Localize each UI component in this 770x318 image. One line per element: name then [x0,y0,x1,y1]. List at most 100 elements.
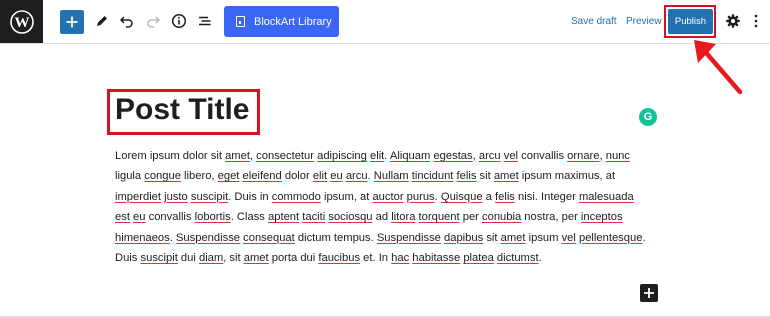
paragraph-text: dolor [281,170,313,183]
spellcheck-word: platea [463,251,494,264]
paragraph-text: , sit [223,251,244,264]
spellcheck-word: congue [144,170,181,183]
post-title[interactable]: Post Title [115,90,249,130]
spellcheck-word: Suspendisse [175,231,241,244]
paragraph-text: dictum tempus. [294,231,377,244]
paragraph-text: nisi. Integer [514,190,579,203]
paragraph-text: sit [483,231,501,244]
spellcheck-word: Nullam [373,170,409,183]
pencil-icon [97,16,107,26]
svg-text:W: W [14,15,29,31]
paragraph-line: est eu convallis lobortis. Class aptent … [115,207,655,227]
paragraph-text: dui [177,251,199,264]
more-vertical-icon [754,14,758,28]
spellcheck-word: justo [164,190,188,203]
paragraph-text: . [538,251,542,264]
spellcheck-word: suscipit [140,251,178,264]
editor-header: W BlockArt Library Save draft Preview Pu… [0,0,770,44]
spellcheck-word: tincidunt [411,170,454,183]
options-button[interactable] [748,8,764,34]
paragraph-text: ligula [115,170,145,183]
spellcheck-word: malesuada [578,190,634,203]
spellcheck-word: diam [198,251,224,264]
paragraph-text: ipsum, at [320,190,373,203]
publish-button[interactable]: Publish [668,9,713,34]
paragraph-text: Duis [115,251,141,264]
spellcheck-word: elit [369,150,385,162]
list-view-button[interactable] [192,8,218,34]
spellcheck-word: egestas [433,150,473,162]
spellcheck-word: eleifend [242,170,282,183]
spellcheck-word: litora [391,211,416,224]
spellcheck-word: Quisque [440,190,483,203]
spellcheck-word: felis [495,190,515,203]
spellcheck-word: arcu [345,170,368,183]
spellcheck-word: nunc [605,150,630,162]
spellcheck-word: conubia [482,211,522,224]
spellcheck-word: adipiscing [317,150,367,162]
preview-button[interactable]: Preview [626,16,662,27]
redo-button[interactable] [140,8,166,34]
spellcheck-word: Aliquam [389,150,431,162]
spellcheck-word: consequat [243,231,295,244]
spellcheck-word: eu [133,211,146,224]
spellcheck-word: hac [391,251,410,264]
spellcheck-word: inceptos [580,211,623,224]
paragraph-text: convallis [518,150,568,162]
paragraph-text: per [459,211,482,224]
spellcheck-word: auctor [372,190,404,203]
paragraph-text: ipsum [525,231,562,244]
blockart-label: BlockArt Library [254,15,332,28]
add-block-button[interactable] [640,284,658,302]
spellcheck-word: commodo [271,190,321,203]
paragraph-line: himenaeos. Suspendisse consequat dictum … [115,228,655,248]
spellcheck-word: arcu [478,150,501,162]
spellcheck-word: vel [561,231,576,244]
spellcheck-word: imperdiet [115,190,162,203]
paragraph-text: nostra, per [521,211,581,224]
post-paragraph[interactable]: Lorem ipsum dolor sit amet, consectetur … [115,146,655,268]
spellcheck-word: consectetur [256,150,314,162]
spellcheck-word: purus [406,190,435,203]
spellcheck-word: eu [330,170,343,183]
blockart-library-button[interactable]: BlockArt Library [224,6,339,37]
grammarly-icon[interactable]: G [639,108,657,126]
paragraph-text: convallis [145,211,195,224]
redo-icon [147,16,161,28]
paragraph-line: imperdiet justo suscipit. Duis in commod… [115,187,655,207]
spellcheck-word: dictumst [496,251,539,264]
save-draft-button[interactable]: Save draft [571,16,617,27]
paragraph-text: a [482,190,495,203]
spellcheck-word: est [115,211,130,224]
spellcheck-word: ornare [567,150,600,162]
tools-button[interactable] [89,8,115,34]
paragraph-text: . Class [230,211,269,224]
paragraph-text: libero, [180,170,218,183]
spellcheck-word: amet [493,170,519,183]
paragraph-text: sit [476,170,494,183]
plus-icon [644,288,654,298]
paragraph-text: ipsum maximus, at [518,170,616,183]
wordpress-logo-icon[interactable]: W [0,0,43,43]
undo-button[interactable] [114,8,140,34]
info-icon [171,13,187,29]
spellcheck-word: himenaeos [115,231,170,244]
settings-button[interactable] [720,8,746,34]
paragraph-text: . Duis in [228,190,272,203]
spellcheck-word: habitasse [412,251,461,264]
paragraph-line: ligula congue libero, eget eleifend dolo… [115,166,655,186]
details-button[interactable] [166,8,192,34]
block-inserter-button[interactable] [60,10,84,34]
list-view-icon [199,16,211,26]
spellcheck-word: taciti [302,211,326,224]
spellcheck-word: Suspendisse [376,231,441,244]
paragraph-text: ad [372,211,392,224]
paragraph-line: Lorem ipsum dolor sit amet, consectetur … [115,146,655,166]
paragraph-line: Duis suscipit dui diam, sit amet porta d… [115,248,655,268]
spellcheck-word: faucibus [318,251,361,264]
paragraph-text: porta dui [268,251,319,264]
spellcheck-word: vel [503,150,519,162]
spellcheck-word: elit [312,170,328,183]
gear-icon [726,14,740,28]
undo-icon [119,16,133,28]
